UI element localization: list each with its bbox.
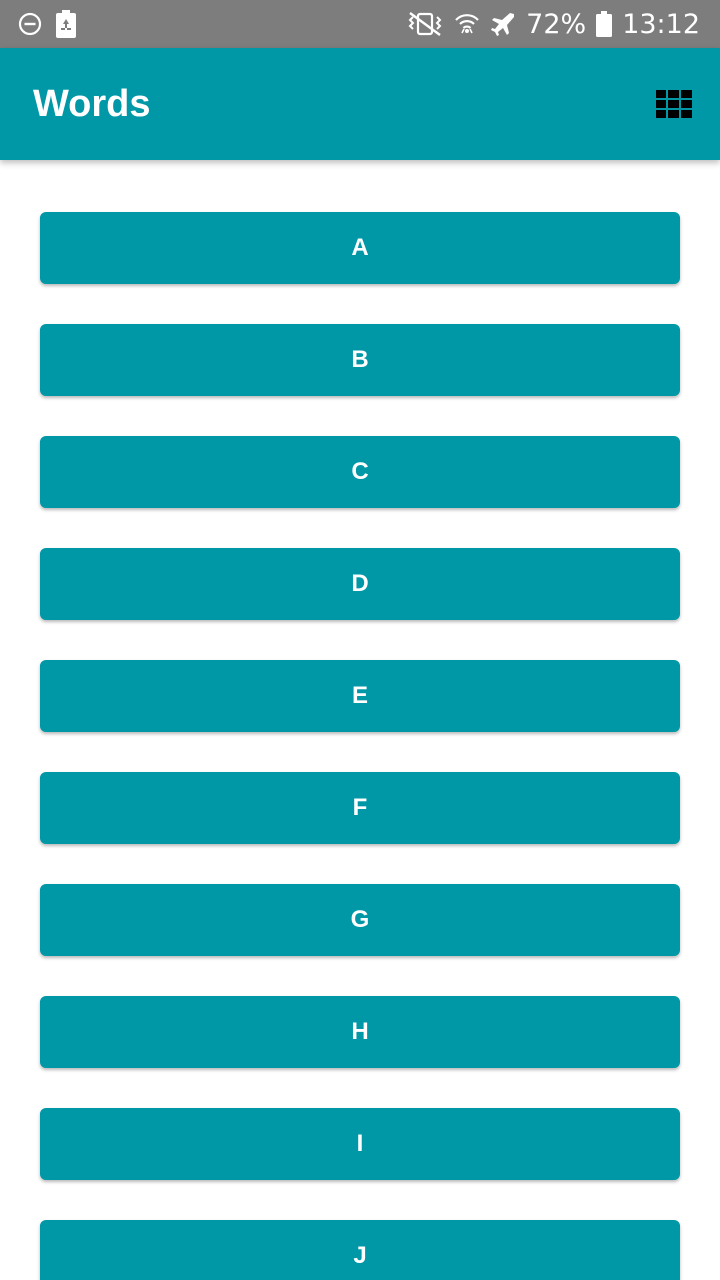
status-bar-right: 72% 13:12 [406, 0, 700, 48]
letter-button-f[interactable]: F [40, 772, 680, 844]
grid-view-button[interactable] [650, 82, 698, 130]
clock: 13:12 [622, 8, 700, 40]
letter-button-g[interactable]: G [40, 884, 680, 956]
letter-button-a[interactable]: A [40, 212, 680, 284]
wifi-icon [454, 11, 480, 37]
do-not-disturb-icon [18, 12, 42, 36]
letter-button-h[interactable]: H [40, 996, 680, 1068]
vibrate-icon [406, 11, 444, 37]
letter-button-c[interactable]: C [40, 436, 680, 508]
letter-button-e[interactable]: E [40, 660, 680, 732]
battery-icon [596, 11, 613, 37]
letter-button-i[interactable]: I [40, 1108, 680, 1180]
status-bar-left [18, 10, 76, 38]
grid-view-icon [656, 89, 692, 123]
letter-button-j[interactable]: J [40, 1220, 680, 1280]
letter-button-d[interactable]: D [40, 548, 680, 620]
airplane-mode-icon [490, 11, 516, 37]
battery-saver-icon [56, 10, 76, 38]
status-bar: 72% 13:12 [0, 0, 720, 48]
battery-percent: 72% [526, 8, 587, 40]
app-bar: Words [0, 48, 720, 160]
letter-list-container[interactable]: A B C D E F G H I J [0, 160, 720, 1280]
letter-button-b[interactable]: B [40, 324, 680, 396]
app-title: Words [33, 83, 151, 125]
